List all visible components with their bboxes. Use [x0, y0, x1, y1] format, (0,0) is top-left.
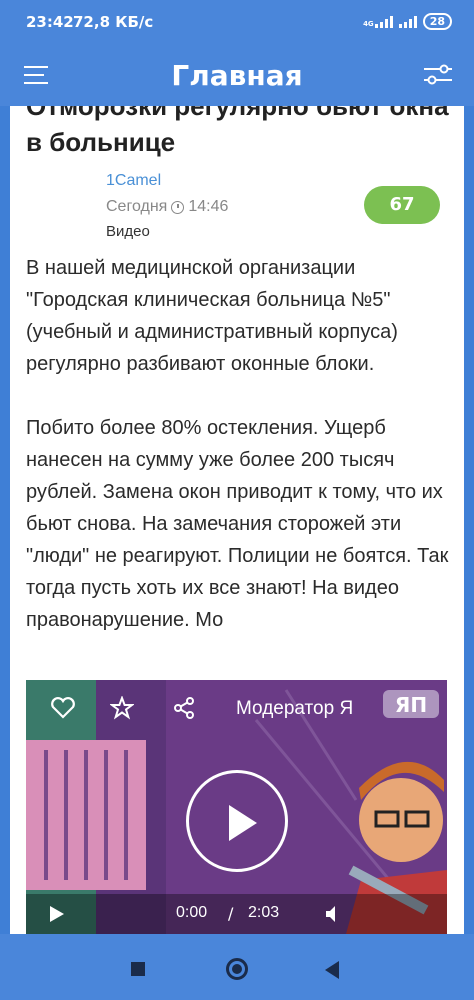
filter-sliders-icon[interactable]: [422, 64, 454, 86]
svg-text:ЯП: ЯП: [395, 693, 427, 717]
share-icon[interactable]: [172, 696, 196, 720]
post-time-value: 14:46: [188, 198, 229, 215]
post-paragraph: В нашей медицинской организации "Городск…: [26, 257, 398, 375]
recent-apps-icon[interactable]: [131, 962, 145, 976]
video-current-time: 0:00: [176, 904, 208, 921]
post-body: В нашей медицинской организации "Городск…: [26, 252, 456, 668]
system-nav-bar: [0, 934, 474, 1000]
cellular-signal-icon: 4G: [363, 15, 393, 28]
play-icon[interactable]: [50, 906, 64, 922]
app-bar: Главная: [0, 46, 474, 106]
rating-badge: 67: [364, 186, 440, 224]
video-duration: 2:03: [248, 904, 280, 921]
video-player[interactable]: Модератор Я ЯП 0:00 / 2:03: [26, 680, 447, 934]
back-icon[interactable]: [325, 961, 339, 979]
cellular-signal-2-icon: [398, 15, 417, 28]
play-button[interactable]: [186, 770, 288, 872]
channel-logo-icon: ЯП: [383, 690, 439, 718]
volume-icon[interactable]: [324, 905, 344, 923]
post-author[interactable]: 1Camel: [106, 172, 161, 190]
clock-icon: [171, 200, 185, 214]
heart-icon[interactable]: [50, 696, 76, 720]
status-indicators: 4G 28: [363, 13, 452, 30]
star-icon[interactable]: [110, 696, 134, 720]
status-time: 23:42: [26, 13, 74, 31]
post-paragraph: Побито более 80% остекления. Ущерб нанес…: [26, 417, 449, 631]
post-time: Сегодня 14:46: [106, 198, 228, 216]
page-title: Главная: [171, 59, 303, 92]
video-time-separator: /: [228, 904, 234, 923]
battery-indicator: 28: [422, 13, 452, 30]
status-speed: 72,8 КБ/с: [73, 13, 154, 31]
network-type: 4G: [363, 19, 374, 28]
post-date: Сегодня: [106, 198, 168, 215]
home-icon[interactable]: [226, 958, 248, 980]
status-bar: 23:42 72,8 КБ/с 4G 28: [0, 0, 474, 46]
post-category[interactable]: Видео: [106, 223, 150, 240]
video-controls: 0:00 / 2:03: [26, 894, 447, 934]
post-card: Отморозки регулярно бьют окна в больнице…: [10, 106, 464, 934]
post-title[interactable]: Отморозки регулярно бьют окна в больнице: [26, 106, 456, 160]
video-title[interactable]: Модератор Я: [236, 698, 353, 720]
